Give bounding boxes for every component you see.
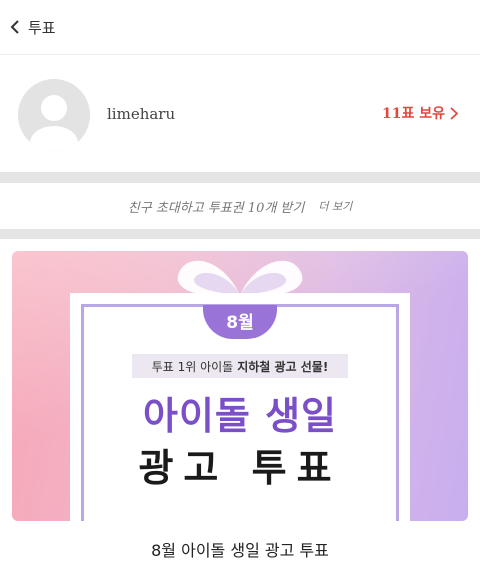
- avatar[interactable]: [18, 79, 90, 151]
- top-bar: 투표: [0, 0, 480, 55]
- owned-votes-link[interactable]: 11표 보유: [382, 103, 458, 123]
- chevron-right-icon: [450, 106, 458, 120]
- vote-card-title[interactable]: 8월 아이돌 생일 광고 투표: [0, 537, 480, 561]
- invite-text: 친구 초대하고 투표권 10개 받기: [127, 200, 305, 216]
- default-avatar-icon: [18, 79, 90, 151]
- banner-headline-line1: 아이돌 생일: [142, 394, 338, 438]
- back-button[interactable]: 투표: [10, 14, 56, 40]
- tagline-prefix: 투표 1위 아이돌: [151, 359, 234, 374]
- vote-banner[interactable]: 8월 투표 1위 아이돌 지하철 광고 선물! 아이돌 생일 광고 투표: [12, 251, 468, 521]
- profile-section: limeharu 11표 보유: [0, 55, 480, 172]
- username: limeharu: [107, 105, 176, 123]
- tagline-bold: 지하철 광고 선물!: [237, 359, 329, 374]
- banner-tagline: 투표 1위 아이돌 지하철 광고 선물!: [132, 354, 348, 378]
- more-link[interactable]: 더 보기: [318, 198, 352, 214]
- banner-headline-line2: 광고 투표: [138, 446, 342, 490]
- chevron-left-icon: [10, 20, 19, 34]
- invite-friends-row[interactable]: 친구 초대하고 투표권 10개 받기 더 보기: [0, 183, 480, 229]
- page-title: 투표: [28, 18, 56, 37]
- divider: [0, 172, 480, 183]
- owned-votes-count: 11표 보유: [382, 106, 445, 122]
- divider: [0, 229, 480, 239]
